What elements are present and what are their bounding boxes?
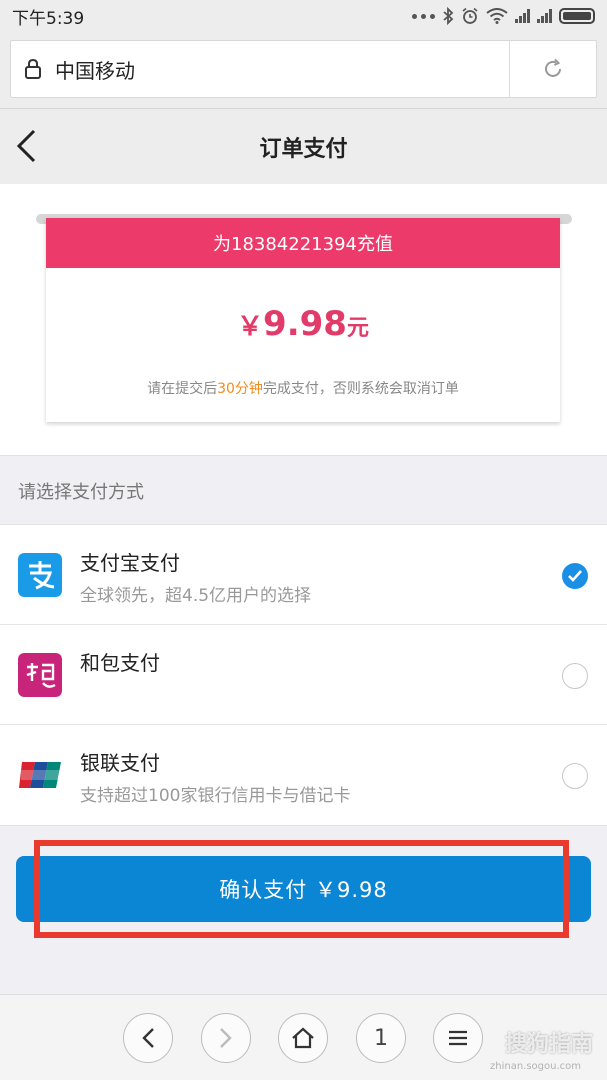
back-button[interactable] [6, 123, 46, 169]
radio-button[interactable] [562, 663, 588, 689]
payment-option-alipay[interactable]: 支付宝支付 全球领先，超4.5亿用户的选择 [0, 525, 607, 625]
lock-icon [11, 58, 55, 80]
signal-icon [515, 9, 530, 23]
alarm-icon [462, 7, 478, 24]
order-summary: 为18384221394充值 ￥9.98元 请在提交后30分钟完成支付，否则系统… [0, 184, 607, 456]
home-icon [292, 1027, 314, 1049]
chevron-left-icon [142, 1028, 154, 1048]
address-bar[interactable]: 中国移动 [10, 40, 597, 98]
hebao-icon [18, 653, 62, 697]
bluetooth-icon [443, 7, 454, 25]
payment-option-unionpay[interactable]: 银联支付 支持超过100家银行信用卡与借记卡 [0, 725, 607, 825]
alipay-icon [18, 553, 62, 597]
payment-option-name: 和包支付 [80, 651, 160, 675]
payment-option-desc: 支持超过100家银行信用卡与借记卡 [80, 786, 351, 806]
amount-unit: 元 [346, 316, 369, 341]
notice-highlight: 30分钟 [217, 381, 263, 397]
notice-prefix: 请在提交后 [147, 381, 218, 397]
address-text[interactable]: 中国移动 [55, 55, 509, 84]
forward-nav-button[interactable] [201, 1013, 251, 1063]
back-arrow-icon [16, 129, 36, 163]
back-nav-button[interactable] [123, 1013, 173, 1063]
status-time: 下午5:39 [12, 8, 85, 29]
payment-notice: 请在提交后30分钟完成支付，否则系统会取消订单 [46, 378, 560, 398]
payment-option-hebao[interactable]: 和包支付 [0, 625, 607, 725]
app-header: 订单支付 [0, 108, 607, 184]
notice-suffix: 完成支付，否则系统会取消订单 [262, 381, 459, 397]
payment-section-label: 请选择支付方式 [18, 482, 144, 503]
wifi-icon [486, 8, 508, 24]
payment-option-name: 支付宝支付 [80, 551, 180, 575]
home-button[interactable] [278, 1013, 328, 1063]
watermark-subtext: zhinan.sogou.com [489, 1061, 581, 1072]
confirm-payment-button[interactable]: 确认支付 ￥9.98 [16, 856, 591, 922]
more-dots-icon [412, 13, 435, 19]
watermark-text: 搜狗指南 [504, 1032, 593, 1057]
order-ticket: 为18384221394充值 ￥9.98元 请在提交后30分钟完成支付，否则系统… [46, 218, 560, 422]
refresh-button[interactable] [510, 40, 596, 98]
tabs-button[interactable]: 1 [356, 1013, 406, 1063]
status-bar: 下午5:39 [0, 0, 607, 32]
battery-icon [559, 8, 595, 24]
payment-option-name: 银联支付 [80, 751, 160, 775]
browser-address-area: 中国移动 [0, 32, 607, 108]
refresh-icon [545, 58, 561, 77]
radio-button[interactable] [562, 763, 588, 789]
signal-icon-2 [537, 9, 552, 23]
checkmark-icon[interactable] [562, 563, 588, 589]
unionpay-icon [18, 753, 62, 797]
amount-value: 9.98 [263, 304, 347, 344]
order-amount: ￥9.98元 [46, 304, 560, 344]
payment-option-desc: 全球领先，超4.5亿用户的选择 [80, 586, 312, 606]
menu-icon [449, 1030, 467, 1046]
menu-button[interactable] [433, 1013, 483, 1063]
currency-symbol: ￥ [237, 312, 264, 342]
chevron-right-icon [220, 1028, 232, 1048]
status-icons [412, 7, 595, 25]
recharge-label: 为18384221394充值 [46, 218, 560, 268]
browser-toolbar: 1 搜狗指南 zhinan.sogou.com [0, 994, 607, 1080]
payment-method-list: 支付宝支付 全球领先，超4.5亿用户的选择 和包支付 银联支付 支持超过100家… [0, 524, 607, 826]
page-title: 订单支付 [259, 136, 348, 162]
